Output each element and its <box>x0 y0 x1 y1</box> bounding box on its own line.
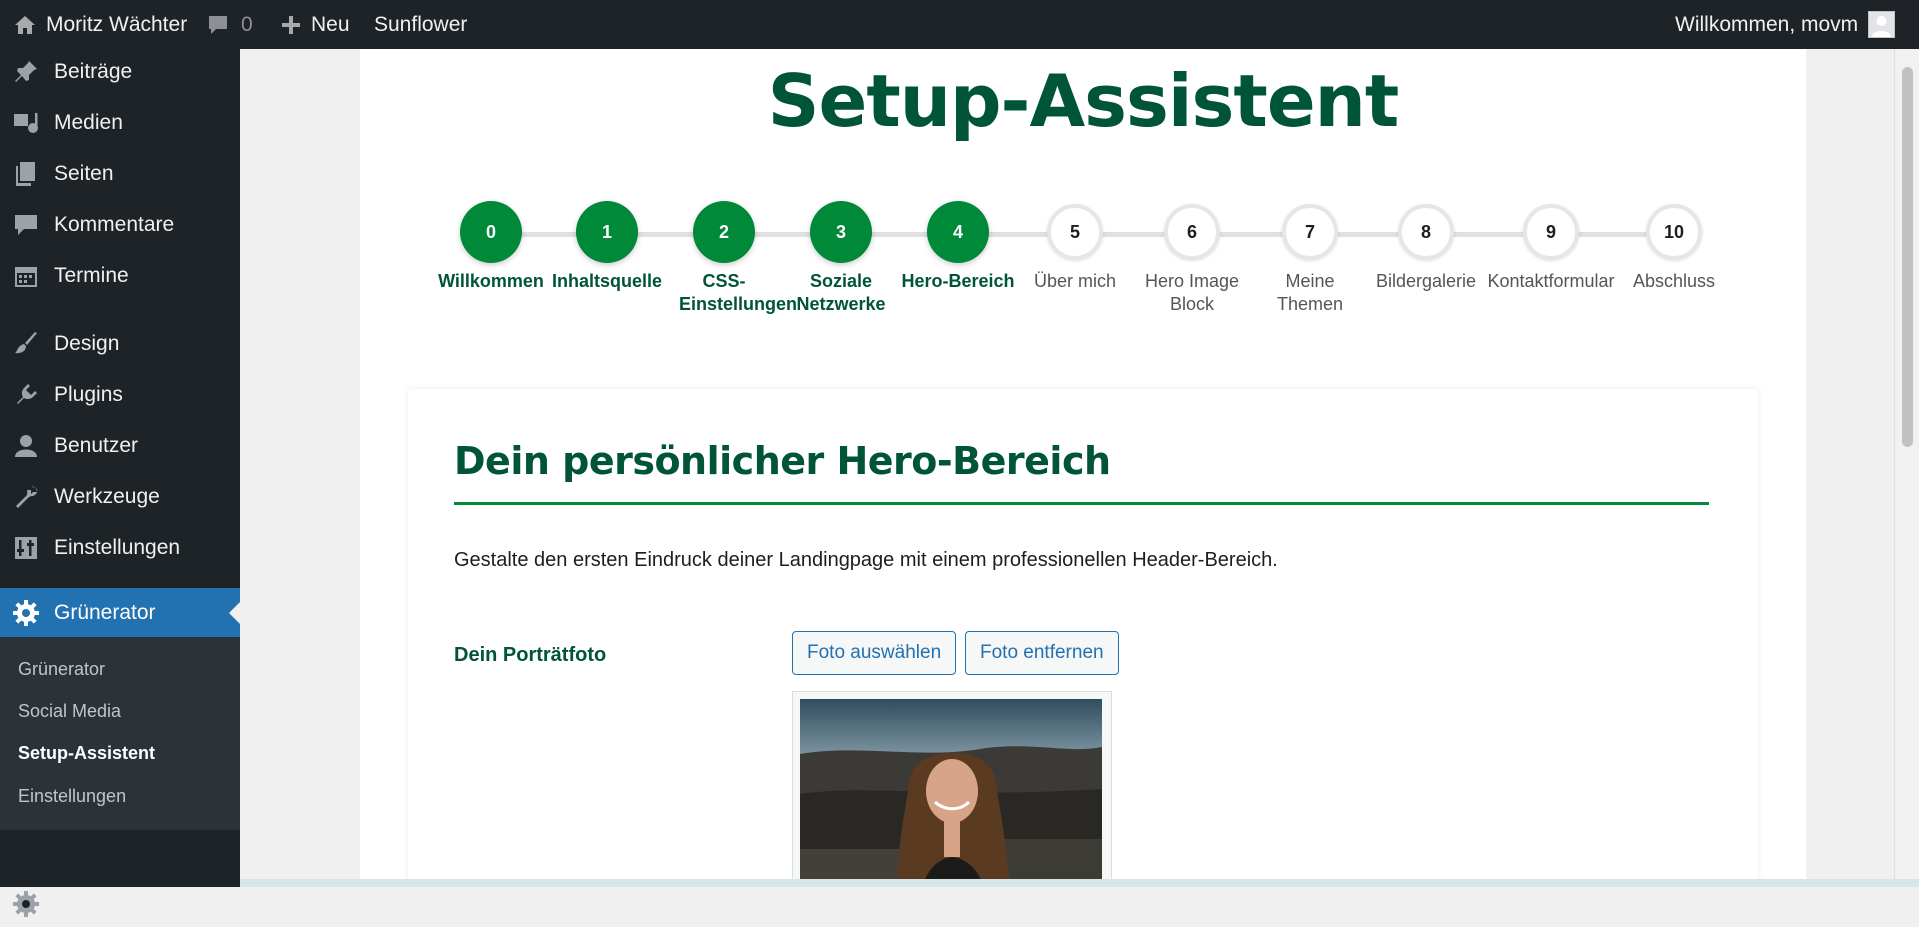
step-label: CSS-Einstellungen <box>679 271 798 314</box>
sidebar-item-label: Werkzeuge <box>54 485 160 508</box>
step-label: Meine Themen <box>1276 271 1344 314</box>
sidebar-item-sunflower[interactable]: Sunflower <box>0 881 240 927</box>
admin-bar: Moritz Wächter 0 Neu Sunflower Willkomme… <box>0 0 1919 49</box>
step-number: 7 <box>1282 204 1338 260</box>
brush-icon <box>12 330 40 358</box>
step-number: 8 <box>1398 204 1454 260</box>
sidebar-item-label: Design <box>54 332 120 355</box>
calendar-icon <box>12 262 40 290</box>
account-menu[interactable]: Willkommen, movm <box>1675 0 1896 49</box>
submenu-item-social-media[interactable]: Social Media <box>18 701 121 722</box>
sidebar-item-gruenerator[interactable]: Grünerator <box>0 588 240 638</box>
sidebar-item-label: Termine <box>54 264 129 287</box>
gruenerator-submenu: Grünerator Social Media Setup-Assistent … <box>0 637 240 830</box>
sidebar-item-label: Grünerator <box>54 601 156 624</box>
step-9[interactable]: 9 Kontaktformular <box>1481 204 1621 293</box>
home-icon <box>13 13 37 37</box>
hero-section-card: Dein persönlicher Hero-Bereich Gestalte … <box>408 389 1758 879</box>
pages-icon <box>12 160 40 188</box>
sidebar-item-label: Plugins <box>54 383 123 406</box>
step-number: 0 <box>460 201 522 263</box>
sidebar-item-label: Benutzer <box>54 434 139 457</box>
sidebar-item-label: Sunflower <box>54 892 148 915</box>
step-number: 5 <box>1047 204 1103 260</box>
wrench-icon <box>12 483 40 511</box>
submenu-item-settings[interactable]: Einstellungen <box>18 786 126 807</box>
comments-link[interactable]: 0 <box>207 0 253 49</box>
new-label: Neu <box>311 12 350 36</box>
gear-icon <box>12 890 40 918</box>
user-icon <box>12 432 40 460</box>
section-divider <box>454 502 1709 505</box>
sidebar-item-label: Einstellungen <box>54 536 181 559</box>
remove-photo-button[interactable]: Foto entfernen <box>965 631 1119 675</box>
step-number: 4 <box>927 201 989 263</box>
plugin-icon <box>12 381 40 409</box>
sidebar-item-comments[interactable]: Kommentare <box>0 202 240 248</box>
comment-icon <box>12 211 40 239</box>
sidebar-item-users[interactable]: Benutzer <box>0 423 240 469</box>
media-icon <box>12 109 40 137</box>
submenu-item-setup-assistant[interactable]: Setup-Assistent <box>18 743 155 764</box>
theme-link[interactable]: Sunflower <box>374 0 467 49</box>
sidebar-item-settings[interactable]: Einstellungen <box>0 525 240 571</box>
step-number: 1 <box>576 201 638 263</box>
site-home-link[interactable]: Moritz Wächter <box>13 0 187 49</box>
submenu-item-gruenerator[interactable]: Grünerator <box>18 659 105 680</box>
greeting-text: Willkommen, movm <box>1675 12 1859 36</box>
plus-icon <box>281 15 301 35</box>
step-number: 6 <box>1164 204 1220 260</box>
pin-icon <box>12 58 40 86</box>
sidebar-item-media[interactable]: Medien <box>0 100 240 146</box>
step-number: 3 <box>810 201 872 263</box>
comments-count: 0 <box>241 12 253 36</box>
sidebar-item-label: Seiten <box>54 162 114 185</box>
avatar[interactable] <box>1868 11 1896 38</box>
new-content-link[interactable]: Neu <box>281 0 350 49</box>
photo-preview-frame <box>792 691 1112 879</box>
step-label: Abschluss <box>1632 271 1716 291</box>
page-scrollbar[interactable] <box>1894 49 1919 879</box>
select-photo-button[interactable]: Foto auswählen <box>792 631 957 675</box>
site-name: Moritz Wächter <box>46 12 188 36</box>
step-number: 9 <box>1523 204 1579 260</box>
sidebar-item-label: Beiträge <box>54 60 133 83</box>
step-label: Soziale Netzwerke <box>796 271 886 314</box>
portrait-photo <box>800 699 1102 879</box>
sidebar-item-pages[interactable]: Seiten <box>0 151 240 197</box>
gear-icon <box>12 599 40 627</box>
section-description: Gestalte den ersten Eindruck deiner Land… <box>454 549 1278 571</box>
sidebar-item-design[interactable]: Design <box>0 321 240 367</box>
sidebar-item-label: Kommentare <box>54 213 175 236</box>
settings-icon <box>12 534 40 562</box>
comment-icon <box>207 14 229 36</box>
step-label: Hero Image Block <box>1144 271 1240 314</box>
portrait-photo-label: Dein Porträtfoto <box>454 644 607 666</box>
sidebar-item-posts[interactable]: Beiträge <box>0 49 240 95</box>
step-number: 2 <box>693 201 755 263</box>
wizard-container: Setup-Assistent 0 Willkommen 1 Inhaltsqu… <box>360 49 1806 879</box>
wizard-progress: 0 Willkommen 1 Inhaltsquelle 2 CSS-Einst… <box>360 49 1806 349</box>
scrollbar-thumb[interactable] <box>1902 67 1913 447</box>
sidebar-item-label: Medien <box>54 111 123 134</box>
window-bottom-edge <box>240 879 1919 887</box>
sidebar-item-plugins[interactable]: Plugins <box>0 372 240 418</box>
sidebar-item-tools[interactable]: Werkzeuge <box>0 474 240 520</box>
section-title: Dein persönlicher Hero-Bereich <box>454 439 1111 483</box>
sidebar-item-events[interactable]: Termine <box>0 253 240 299</box>
step-10[interactable]: 10 Abschluss <box>1604 204 1744 293</box>
step-number: 10 <box>1646 204 1702 260</box>
